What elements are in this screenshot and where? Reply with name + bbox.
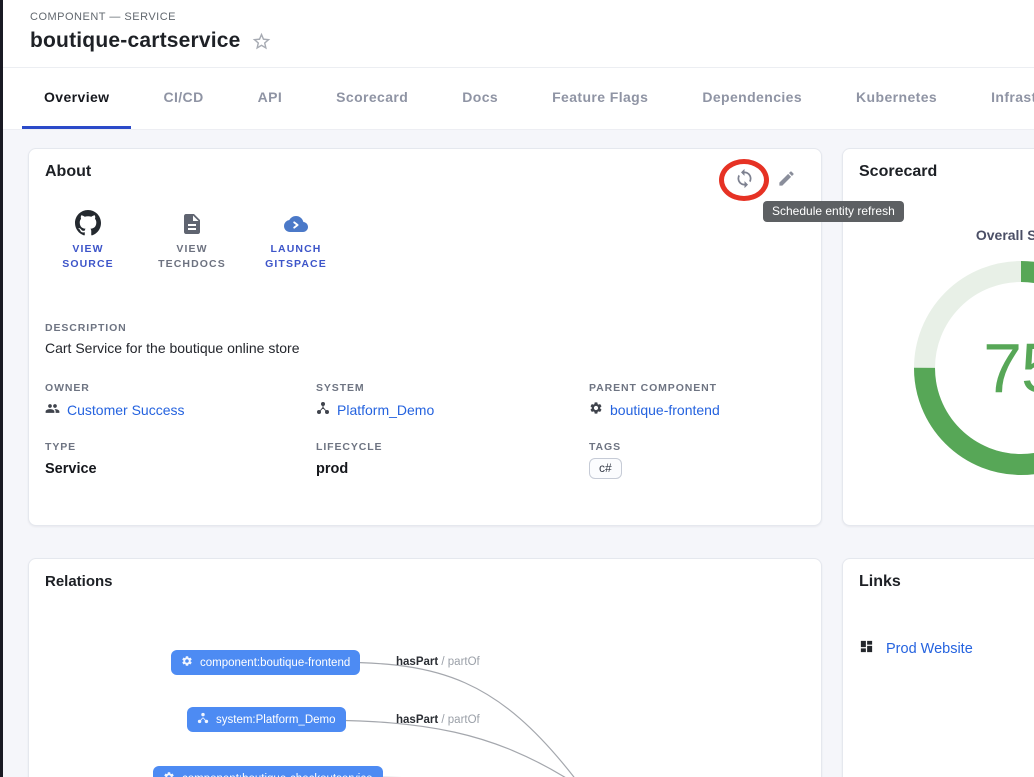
lifecycle-field: LIFECYCLE prod xyxy=(316,441,589,479)
edit-entity-button[interactable] xyxy=(769,163,803,197)
system-link[interactable]: Platform_Demo xyxy=(316,401,589,418)
relation-node-label: system:Platform_Demo xyxy=(216,714,336,726)
tab-overview[interactable]: Overview xyxy=(22,68,131,129)
parent-component-link[interactable]: boutique-frontend xyxy=(589,401,805,418)
owner-field: OWNER Customer Success xyxy=(45,382,316,419)
launch-gitspace-button[interactable]: LAUNCH GITSPACE xyxy=(253,209,339,272)
tag-chip[interactable]: c# xyxy=(589,458,622,479)
links-card: Links Prod Website xyxy=(842,558,1034,777)
relations-edges xyxy=(29,559,822,777)
link-prod-website[interactable]: Prod Website xyxy=(859,639,1034,659)
entity-page: COMPONENT — SERVICE boutique-cartservice… xyxy=(0,0,1034,777)
tab-docs[interactable]: Docs xyxy=(440,68,520,129)
parent-component-label: PARENT COMPONENT xyxy=(589,382,805,394)
view-techdocs-button[interactable]: VIEW TECHDOCS xyxy=(149,209,235,272)
system-label: SYSTEM xyxy=(316,382,589,394)
owner-value: Customer Success xyxy=(67,402,184,418)
description-label: DESCRIPTION xyxy=(45,322,805,334)
relation-node-label: component:boutique-frontend xyxy=(200,657,350,669)
links-card-title: Links xyxy=(859,573,1034,591)
relation-node-boutique-checkoutservice[interactable]: component:boutique-checkoutservice xyxy=(153,766,383,777)
dashboard-icon xyxy=(859,639,874,659)
scorecard-card-title: Scorecard xyxy=(859,163,1034,181)
tooltip-schedule-entity-refresh: Schedule entity refresh xyxy=(763,201,904,222)
edge-label-haspart-partof: hasPart / partOf xyxy=(396,656,480,668)
tab-cicd[interactable]: CI/CD xyxy=(141,68,225,129)
score-value: 75 xyxy=(914,261,1034,475)
cloud-icon xyxy=(282,209,310,236)
type-value: Service xyxy=(45,461,316,477)
type-label: TYPE xyxy=(45,441,316,453)
description-value: Cart Service for the boutique online sto… xyxy=(45,340,805,356)
tab-feature-flags[interactable]: Feature Flags xyxy=(530,68,670,129)
view-techdocs-label: VIEW TECHDOCS xyxy=(149,242,235,272)
component-icon xyxy=(181,655,193,670)
system-icon xyxy=(316,401,330,418)
collapsed-sidebar-edge xyxy=(0,0,3,777)
breadcrumb: COMPONENT — SERVICE xyxy=(30,11,1034,23)
github-icon xyxy=(75,209,101,236)
owner-label: OWNER xyxy=(45,382,316,394)
overall-score-label: Overall Score xyxy=(914,227,1034,243)
pencil-icon xyxy=(777,169,796,191)
system-field: SYSTEM Platform_Demo xyxy=(316,382,589,419)
tags-label: TAGS xyxy=(589,441,805,453)
refresh-entity-button[interactable] xyxy=(727,163,761,197)
component-icon xyxy=(163,771,175,777)
favorite-star-icon[interactable] xyxy=(251,31,272,52)
lifecycle-value: prod xyxy=(316,461,589,477)
page-title: boutique-cartservice xyxy=(30,29,241,53)
tab-infrastructure[interactable]: Infrastructure xyxy=(969,68,1034,129)
launch-gitspace-label: LAUNCH GITSPACE xyxy=(253,242,339,272)
tab-api[interactable]: API xyxy=(236,68,305,129)
link-label: Prod Website xyxy=(886,641,973,657)
owner-link[interactable]: Customer Success xyxy=(45,401,316,419)
relation-node-boutique-frontend[interactable]: component:boutique-frontend xyxy=(171,650,360,675)
parent-component-value: boutique-frontend xyxy=(610,402,720,418)
relations-card: Relations component:boutique-frontend sy… xyxy=(28,558,822,777)
tab-dependencies[interactable]: Dependencies xyxy=(680,68,824,129)
entity-tabs: Overview CI/CD API Scorecard Docs Featur… xyxy=(0,68,1034,130)
page-header: COMPONENT — SERVICE boutique-cartservice xyxy=(0,0,1034,68)
score-donut: 75 xyxy=(914,261,1034,475)
tags-field: TAGS c# xyxy=(589,441,805,479)
tab-scorecard[interactable]: Scorecard xyxy=(314,68,430,129)
lifecycle-label: LIFECYCLE xyxy=(316,441,589,453)
view-source-label: VIEW SOURCE xyxy=(45,242,131,272)
relation-node-platform-demo[interactable]: system:Platform_Demo xyxy=(187,707,346,732)
refresh-icon xyxy=(734,168,755,192)
type-field: TYPE Service xyxy=(45,441,316,479)
parent-component-field: PARENT COMPONENT boutique-frontend xyxy=(589,382,805,419)
system-icon xyxy=(197,712,209,727)
gear-icon xyxy=(589,401,603,418)
about-card: About xyxy=(28,148,822,526)
group-icon xyxy=(45,401,60,419)
view-source-button[interactable]: VIEW SOURCE xyxy=(45,209,131,272)
relation-node-label: component:boutique-checkoutservice xyxy=(182,773,373,777)
edge-label-haspart-partof: hasPart / partOf xyxy=(396,714,480,726)
tab-kubernetes[interactable]: Kubernetes xyxy=(834,68,959,129)
system-value: Platform_Demo xyxy=(337,402,434,418)
document-icon xyxy=(180,209,204,236)
about-card-title: About xyxy=(45,163,91,181)
